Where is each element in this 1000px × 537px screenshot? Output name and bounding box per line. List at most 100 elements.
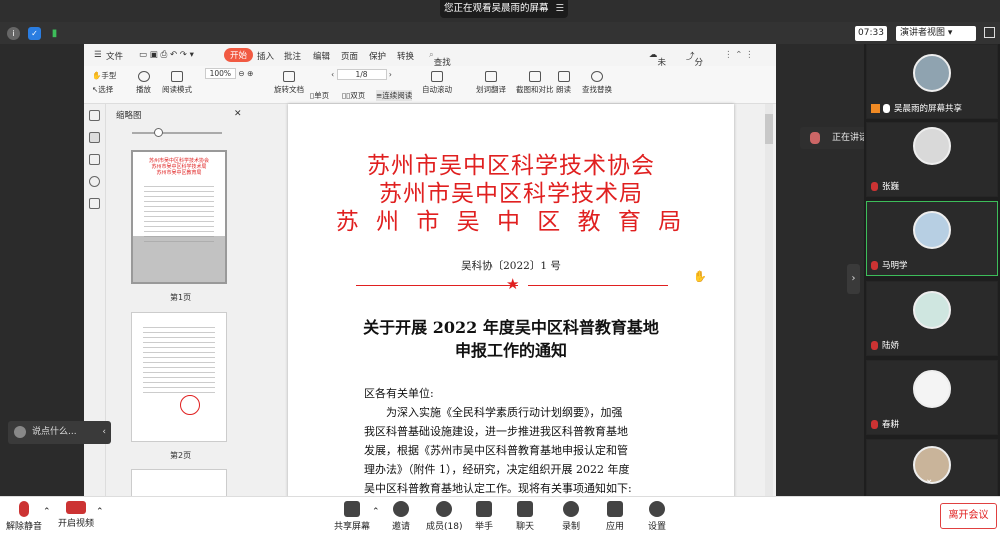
close-icon[interactable]: ✕ <box>234 109 242 119</box>
info-icon[interactable]: i <box>7 27 20 40</box>
members-button[interactable]: 成员(18) <box>426 501 462 532</box>
double-page-button[interactable]: ▯▯双页 <box>342 90 365 101</box>
chat-button[interactable]: 聊天 <box>516 501 534 532</box>
signal-icon[interactable]: ▮ <box>48 27 61 40</box>
translate-button[interactable]: 划词翻译 <box>476 71 506 95</box>
apps-button[interactable]: 应用 <box>606 501 624 532</box>
share-button[interactable]: ⤴分享 <box>686 50 703 80</box>
magnifier-icon <box>591 71 603 82</box>
tab-page[interactable]: 页面 <box>341 50 358 62</box>
shield-icon[interactable]: ✓ <box>28 27 41 40</box>
single-page-button[interactable]: ▯单页 <box>310 90 329 101</box>
tab-annotate[interactable]: 批注 <box>284 50 301 62</box>
tab-convert[interactable]: 转换 <box>397 50 414 62</box>
scissors-icon <box>528 71 541 82</box>
page-label-2: 第2页 <box>170 451 192 460</box>
record-button[interactable]: 录制 <box>562 501 580 532</box>
share-screen-icon <box>871 104 880 113</box>
participant-tile[interactable]: 春耕 <box>866 360 998 435</box>
thumbnail-icon[interactable] <box>89 132 100 143</box>
page-thumbnail-1[interactable]: 苏州市吴中区科学技术协会 苏州市吴中区科学技术局 苏州市吴中区教育局 <box>131 150 227 284</box>
fullscreen-icon[interactable] <box>984 27 995 38</box>
signature-icon[interactable] <box>89 198 100 209</box>
auto-scroll-button[interactable]: 自动滚动 <box>422 71 452 95</box>
start-video-button[interactable]: 开启视频 <box>58 501 94 529</box>
participant-tile[interactable]: 吴晨雨的屏幕共享 <box>866 44 998 119</box>
mic-icon <box>883 104 890 113</box>
raise-hand-button[interactable]: 举手 <box>475 501 493 532</box>
read-mode-button[interactable]: 阅读模式 <box>162 71 192 95</box>
chevron-down-icon[interactable]: ⌄ <box>925 474 933 485</box>
speaker-icon <box>557 71 570 82</box>
thumbnail-title: 缩略图 <box>116 111 142 121</box>
more-icon[interactable]: ⋮ ⌃ ⋮ <box>724 50 754 60</box>
red-rule-left <box>356 285 518 287</box>
tab-protect[interactable]: 保护 <box>369 50 386 62</box>
mic-muted-icon <box>871 261 878 270</box>
collapse-panel-button[interactable]: › <box>847 264 860 294</box>
slider-handle[interactable] <box>154 128 163 137</box>
avatar <box>913 127 951 165</box>
comment-icon[interactable] <box>89 154 100 165</box>
participant-tile[interactable]: ⌄ <box>866 439 998 496</box>
folder-icon[interactable]: ▭ ▣ ⎙ ↶ ↷ ▾ <box>139 50 194 60</box>
document-title: 关于开展 2022 年度吴中区科普教育基地 申报工作的通知 <box>363 318 659 360</box>
menu-icon[interactable]: ☰ <box>94 50 102 60</box>
ribbon-tabs: ☰ 文件 ▭ ▣ ⎙ ↶ ↷ ▾ 开始 插入 批注 编辑 页面 保护 转换 ⌕ … <box>84 44 776 116</box>
chevron-up-icon[interactable]: ⌃ <box>43 507 51 517</box>
share-screen-button[interactable]: 共享屏幕 <box>334 501 370 532</box>
vertical-scrollbar[interactable] <box>765 104 773 496</box>
emoji-icon[interactable] <box>14 425 26 438</box>
seal-icon <box>180 395 200 415</box>
hand-tool-button[interactable]: ✋手型 <box>92 69 116 83</box>
scroll-icon <box>431 71 443 82</box>
tab-insert[interactable]: 插入 <box>257 50 274 62</box>
settings-button[interactable]: 设置 <box>648 501 666 532</box>
rotate-button[interactable]: 旋转文档 <box>274 71 304 95</box>
video-off-icon <box>66 501 86 514</box>
tab-file[interactable]: 文件 <box>106 50 123 62</box>
page-thumbnail-3[interactable] <box>131 469 227 496</box>
participant-tile-active[interactable]: 马明学 <box>866 201 998 276</box>
scrollbar-thumb[interactable] <box>765 114 773 144</box>
chat-input[interactable]: 说点什么... ‹ <box>8 421 111 444</box>
avatar <box>913 211 951 249</box>
play-button[interactable]: 播放 <box>136 71 151 95</box>
letterhead: 苏州市吴中区科学技术协会 苏州市吴中区科学技术局 苏 州 市 吴 中 区 教 育… <box>335 153 687 235</box>
gear-icon <box>649 501 665 517</box>
menu-icon[interactable]: ☰ <box>555 0 564 18</box>
unmute-button[interactable]: 解除静音 <box>6 501 42 532</box>
select-tool-button[interactable]: ↖选择 <box>92 83 116 97</box>
bookmark-icon[interactable] <box>89 110 100 121</box>
tab-home[interactable]: 开始 <box>224 48 254 62</box>
share-screen-icon <box>344 501 360 517</box>
chevron-left-icon[interactable]: ‹ <box>102 421 106 444</box>
read-aloud-button[interactable]: 朗读 <box>556 71 571 95</box>
participant-tile[interactable]: 张巍 <box>866 122 998 197</box>
screenshot-compare-button[interactable]: 截图和对比 <box>516 71 554 95</box>
thumbnail-size-slider[interactable] <box>118 128 248 138</box>
zoom-control[interactable]: 100% ⊖ ⊕ <box>199 68 259 79</box>
leave-meeting-button[interactable]: 离开会议 <box>940 503 997 529</box>
mic-muted-icon <box>19 501 29 517</box>
avatar <box>913 291 951 329</box>
apps-icon <box>607 501 623 517</box>
view-mode-dropdown[interactable]: 演讲者视图 ▾ <box>896 26 976 41</box>
chevron-up-icon[interactable]: ⌃ <box>96 507 104 517</box>
unsynced-status[interactable]: ☁未同步 <box>649 50 666 92</box>
continuous-read-button[interactable]: ≡连续阅读 <box>376 90 413 101</box>
document-page: 苏州市吴中区科学技术协会 苏州市吴中区科学技术局 苏 州 市 吴 中 区 教 育… <box>288 104 734 496</box>
play-icon <box>137 71 150 82</box>
invite-button[interactable]: 邀请 <box>392 501 410 532</box>
hand-select-group: ✋手型 ↖选择 <box>92 69 116 97</box>
chevron-up-icon[interactable]: ⌃ <box>372 507 380 517</box>
participant-tile[interactable]: 陆娇 <box>866 281 998 356</box>
tab-edit[interactable]: 编辑 <box>313 50 330 62</box>
rotate-icon <box>283 71 295 82</box>
page-thumbnail-2[interactable] <box>131 312 227 442</box>
find-replace-button[interactable]: 查找替换 <box>582 71 612 95</box>
page-navigator[interactable]: ‹ 1/8 › <box>314 69 409 80</box>
attachment-icon[interactable] <box>89 176 100 187</box>
avatar <box>913 54 951 92</box>
search-box[interactable]: ⌕ 查找功能、文档内容 <box>429 50 451 116</box>
